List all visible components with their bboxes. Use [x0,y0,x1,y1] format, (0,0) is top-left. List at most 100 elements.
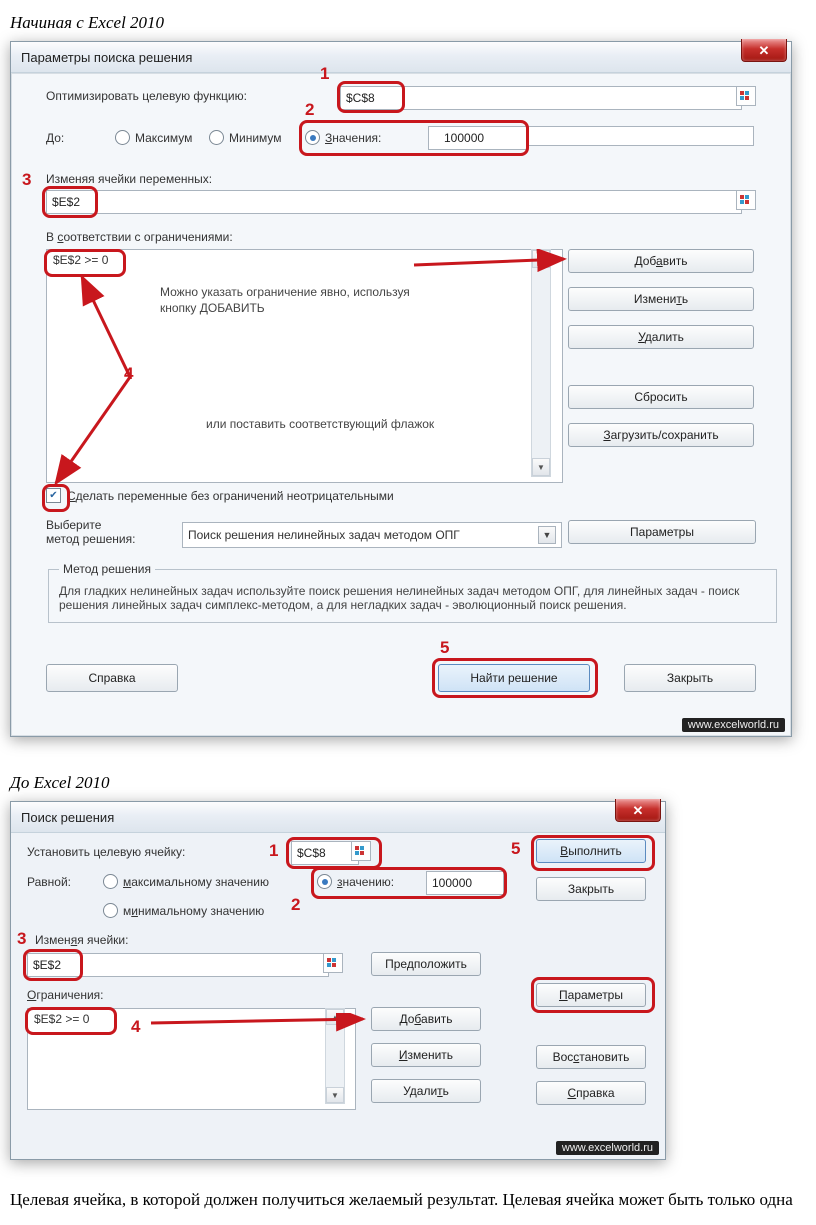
dialog-title: Параметры поиска решения [21,50,192,65]
radio-value-label: ЗЗначения:начения: [325,131,381,145]
dialog-body: Оптимизировать целевую функцию: $C$8 До:… [11,73,791,736]
radio-icon [209,130,224,145]
grid-icon [327,958,339,968]
ref-button-variables[interactable] [323,953,343,973]
radio-value[interactable]: значению: [317,874,394,889]
bottom-paragraph: Целевая ячейка, в которой должен получит… [10,1190,806,1210]
input-variables[interactable]: $E$2 [46,190,742,214]
ref-button-variables[interactable] [736,190,756,210]
callout-5: 5 [440,638,449,658]
run-button[interactable]: Выполнить [536,839,646,863]
chevron-down-icon: ▼ [538,526,556,544]
input-variables[interactable]: $E$2 [27,953,329,977]
select-value: Поиск решения нелинейных задач методом О… [188,525,460,545]
method-fieldset: Метод решения Для гладких нелинейных зад… [48,562,777,623]
parameters-button[interactable]: Параметры [536,983,646,1007]
radio-icon [305,130,320,145]
titlebar: Поиск решения [11,802,665,833]
callout-3: 3 [22,170,31,190]
radio-max[interactable]: максимальному значению [103,874,269,889]
checkbox-icon [46,488,61,503]
label-constraints: В соответствии с ограничениями: [46,230,233,244]
label-constraints: Ограничения: [27,988,104,1002]
scrollbar[interactable]: ▲ ▼ [531,249,551,477]
reset-button[interactable]: Сбросить [568,385,754,409]
help-button[interactable]: Справка [536,1081,646,1105]
close-icon: ✕ [633,804,644,817]
close-dialog-button[interactable]: Закрыть [536,877,646,901]
radio-icon [317,874,332,889]
constraint-item[interactable]: $E$2 >= 0 [34,1012,349,1026]
loadsave-button[interactable]: Загрузить/сохранить [568,423,754,447]
grid-icon [355,846,367,856]
input-target[interactable]: $C$8 [291,841,359,865]
label-select-method: Выберитеметод решения: [46,518,176,546]
radio-min-label: минимальному значению [123,904,264,918]
dialog-title: Поиск решения [21,810,114,825]
radio-min-label: Минимум [229,131,282,145]
solver-dialog-2010: Параметры поиска решения ✕ Оптимизироват… [10,41,792,737]
scroll-up-icon[interactable]: ▲ [326,1009,344,1025]
radio-min[interactable]: Минимум [209,130,282,145]
grid-icon [740,91,752,101]
grid-icon [740,195,752,205]
method-text: Для гладких нелинейных задач используйте… [59,584,766,612]
checkbox-label: Сделать переменные без ограничений неотр… [67,489,394,503]
label-variables: Изменяя ячейки переменных: [46,172,212,186]
close-icon: ✕ [759,44,770,57]
callout-3: 3 [17,929,26,949]
reset-button[interactable]: Восстановить [536,1045,646,1069]
input-value-number[interactable]: 100000 [428,126,528,150]
find-solution-button[interactable]: Найти решение [438,664,590,692]
input-value-ext[interactable] [527,126,754,146]
label-target: Установить целевую ячейку: [27,845,185,859]
constraints-list[interactable]: $E$2 >= 0 [27,1008,356,1110]
add-button[interactable]: Добавить [371,1007,481,1031]
select-method[interactable]: Поиск решения нелинейных задач методом О… [182,522,562,548]
input-value-number[interactable]: 100000 [426,871,504,895]
dialog-body: Установить целевую ячейку: $C$8 Равной: … [11,833,665,1159]
scroll-up-icon[interactable]: ▲ [532,250,550,268]
radio-icon [103,903,118,918]
change-button[interactable]: Изменить [371,1043,481,1067]
change-button[interactable]: Изменить [568,287,754,311]
titlebar: Параметры поиска решения [11,42,791,73]
constraint-buttons: Добавить Изменить Удалить Сбросить Загру… [568,249,754,461]
constraint-item[interactable]: $E$2 >= 0 [53,253,556,267]
radio-value-label: значению: [337,875,394,889]
close-button[interactable]: ✕ [741,39,787,62]
scroll-down-icon[interactable]: ▼ [326,1087,344,1103]
radio-max[interactable]: Максимум [115,130,192,145]
radio-value[interactable]: ЗЗначения:начения: [305,130,381,145]
delete-button[interactable]: Удалить [568,325,754,349]
callout-1: 1 [269,841,278,861]
checkbox-nonnegative[interactable]: Сделать переменные без ограничений неотр… [46,488,394,503]
radio-max-label: максимальному значению [123,875,269,889]
input-objective[interactable]: $C$8 [340,86,742,110]
label-variables: Изменяя ячейки: [35,933,128,947]
scrollbar[interactable]: ▲ ▼ [325,1008,345,1104]
radio-icon [115,130,130,145]
callout-5: 5 [511,839,520,859]
assume-button[interactable]: Предположить [371,952,481,976]
callout-2: 2 [305,100,314,120]
radio-min[interactable]: минимальному значению [103,903,264,918]
annotation-text-1: Можно указать ограничение явно, использу… [160,284,450,316]
heading-before-2010: До Excel 2010 [10,773,806,793]
close-button[interactable]: ✕ [615,799,661,822]
delete-button[interactable]: Удалить [371,1079,481,1103]
radio-max-label: Максимум [135,131,192,145]
help-button[interactable]: Справка [46,664,178,692]
parameters-button[interactable]: Параметры [568,520,756,544]
heading-after-2010: Начиная с Excel 2010 [10,13,806,33]
add-button[interactable]: Добавить [568,249,754,273]
radio-icon [103,874,118,889]
watermark: www.excelworld.ru [682,718,785,732]
label-objective: Оптимизировать целевую функцию: [46,89,247,103]
label-to: До: [46,131,64,145]
callout-2: 2 [291,895,300,915]
ref-button-objective[interactable] [736,86,756,106]
scroll-down-icon[interactable]: ▼ [532,458,550,476]
close-dialog-button[interactable]: Закрыть [624,664,756,692]
ref-button-target[interactable] [351,841,371,861]
